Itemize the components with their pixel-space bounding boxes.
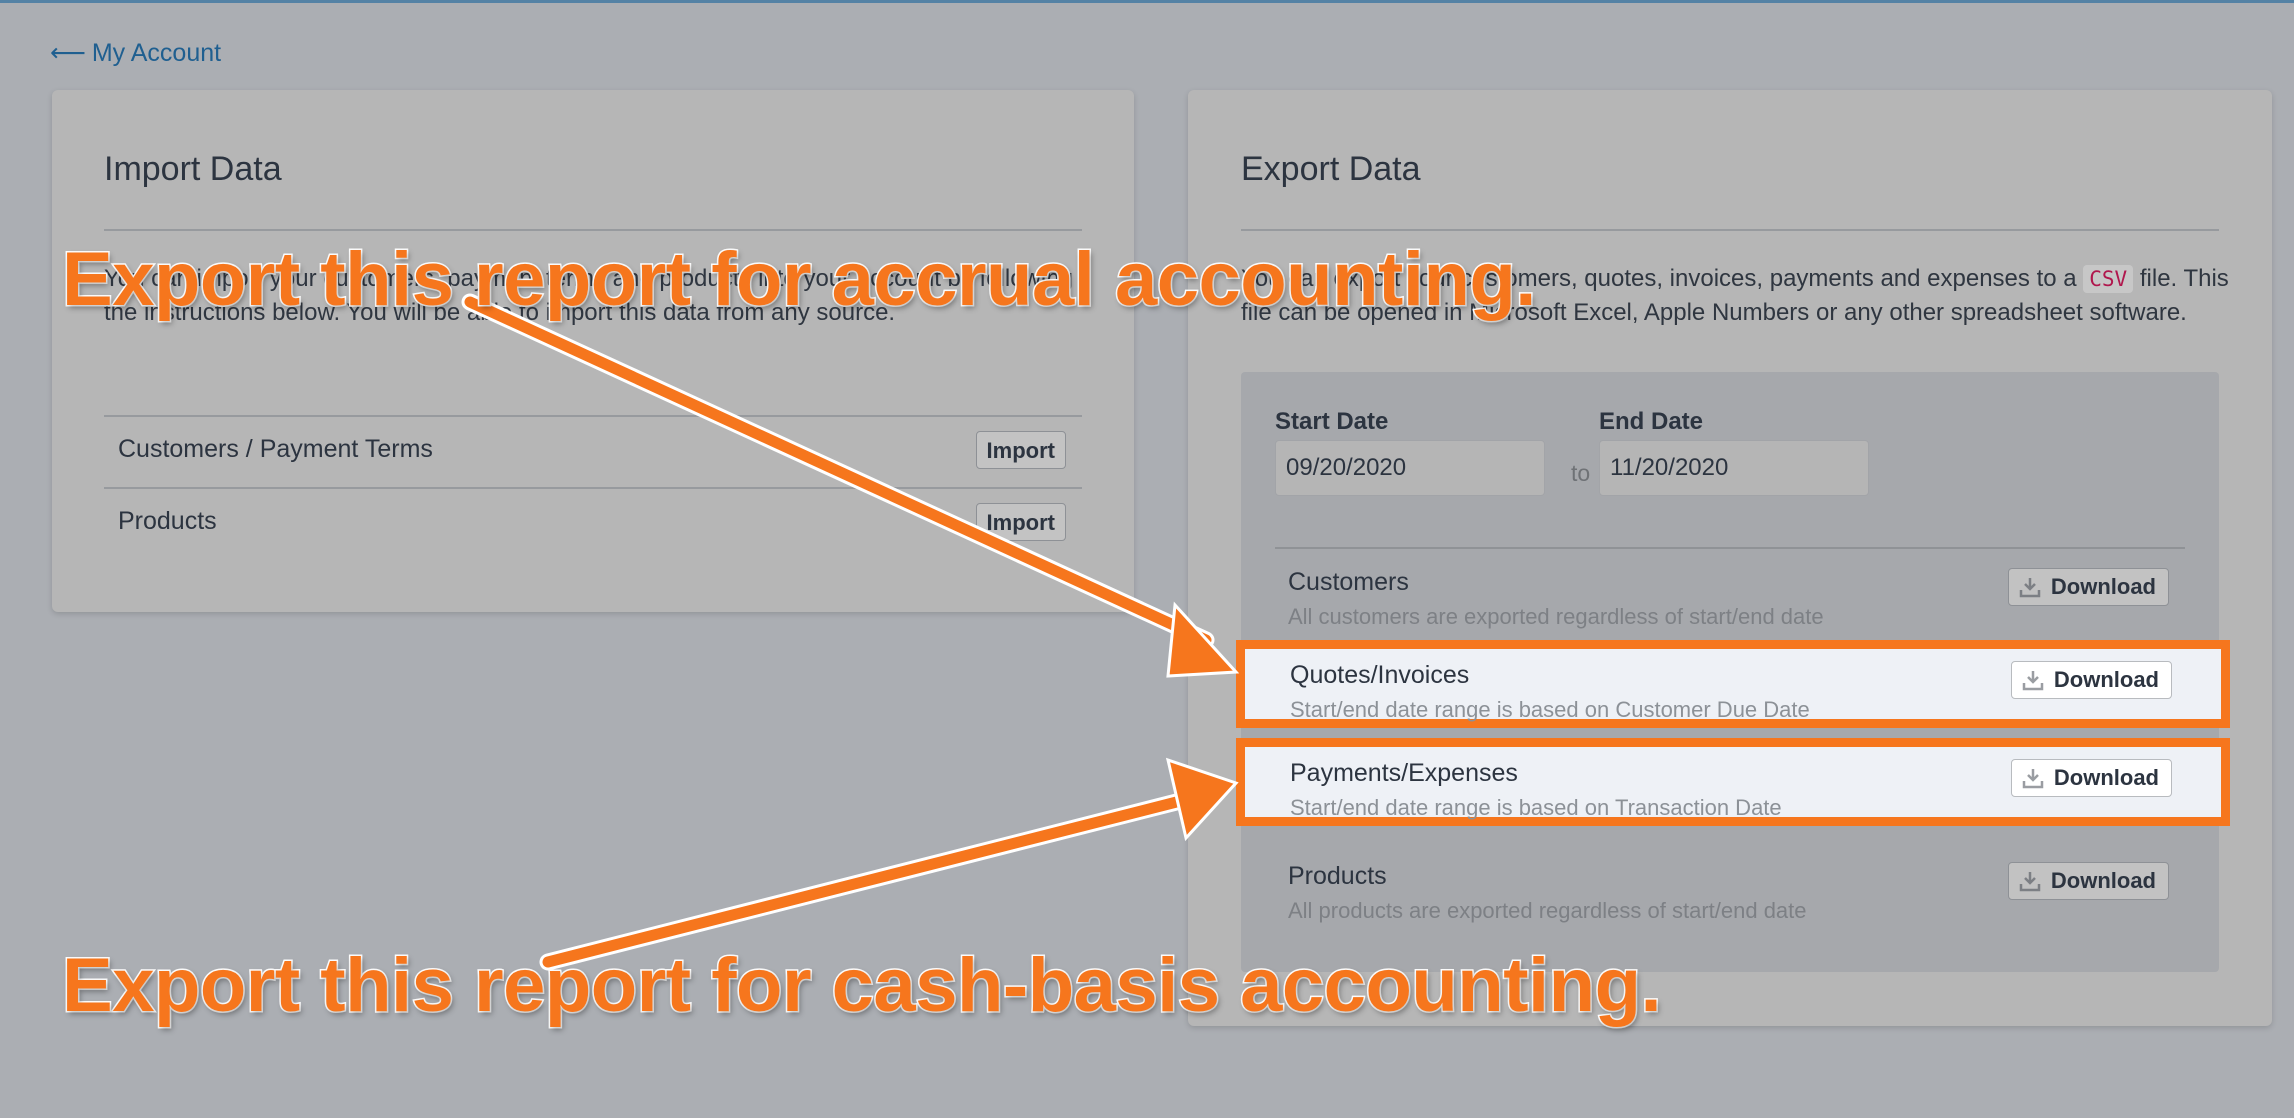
download-quotes-invoices-button[interactable]: Download [2010, 661, 2172, 699]
download-label: Download [2053, 765, 2159, 790]
import-products-button[interactable]: Import [975, 503, 1066, 541]
cash-callout-text: Export this report for cash-basis accoun… [60, 942, 1663, 1030]
export-row-subtitle: Start/end date range is based on Custome… [1290, 697, 1810, 722]
end-date-label: End Date [1599, 408, 1704, 435]
top-accent-line [0, 0, 2294, 3]
back-link-label: My Account [91, 39, 222, 67]
export-row-subtitle: All customers are exported regardless of… [1288, 604, 1824, 629]
import-row-products: Products Import [104, 487, 1082, 559]
csv-code-badge: CSV [2083, 265, 2134, 293]
download-label: Download [2050, 868, 2156, 893]
download-icon [2022, 769, 2044, 789]
export-row-payments-expenses: Payments/Expenses Start/end date range i… [1236, 738, 2230, 826]
import-data-panel: Import Data You can import your customer… [52, 90, 1134, 612]
export-divider [1241, 229, 2219, 231]
back-arrow-icon: ⟵ [50, 39, 86, 67]
date-range-to: to [1571, 460, 1591, 486]
end-date-input[interactable] [1599, 440, 1869, 496]
start-date-input[interactable] [1275, 440, 1545, 496]
export-row-products: Products All products are exported regar… [1241, 848, 2219, 940]
export-row-title: Quotes/Invoices [1290, 661, 1470, 689]
export-row-subtitle: Start/end date range is based on Transac… [1290, 795, 1782, 820]
download-customers-button[interactable]: Download [2007, 568, 2169, 606]
export-row-customers: Customers All customers are exported reg… [1241, 554, 2219, 646]
export-row-subtitle: All products are exported regardless of … [1288, 898, 1807, 923]
export-title: Export Data [1241, 150, 1421, 188]
download-label: Download [2053, 667, 2159, 692]
download-icon [2019, 578, 2041, 598]
import-customers-button[interactable]: Import [975, 431, 1066, 469]
import-title: Import Data [104, 150, 282, 188]
download-icon [2022, 671, 2044, 691]
start-date-label: Start Date [1275, 408, 1389, 435]
download-products-button[interactable]: Download [2007, 862, 2169, 900]
download-icon [2019, 872, 2041, 892]
export-data-panel: Export Data You can export your customer… [1188, 90, 2272, 1026]
export-options-divider [1275, 547, 2185, 549]
accrual-callout-text: Export this report for accrual accountin… [61, 236, 1538, 324]
cash-arrow [539, 757, 1239, 971]
download-payments-expenses-button[interactable]: Download [2010, 759, 2172, 797]
download-label: Download [2050, 574, 2156, 599]
export-row-title: Customers [1288, 568, 1409, 596]
import-divider [104, 229, 1082, 231]
import-row-customers: Customers / Payment Terms Import [104, 415, 1082, 487]
export-row-quotes-invoices: Quotes/Invoices Start/end date range is … [1236, 640, 2230, 728]
import-row-label: Products [118, 507, 217, 535]
back-to-my-account-link[interactable]: ⟵ My Account [50, 38, 221, 68]
import-row-label: Customers / Payment Terms [118, 435, 433, 463]
export-row-title: Payments/Expenses [1290, 759, 1518, 787]
export-row-title: Products [1288, 862, 1387, 890]
